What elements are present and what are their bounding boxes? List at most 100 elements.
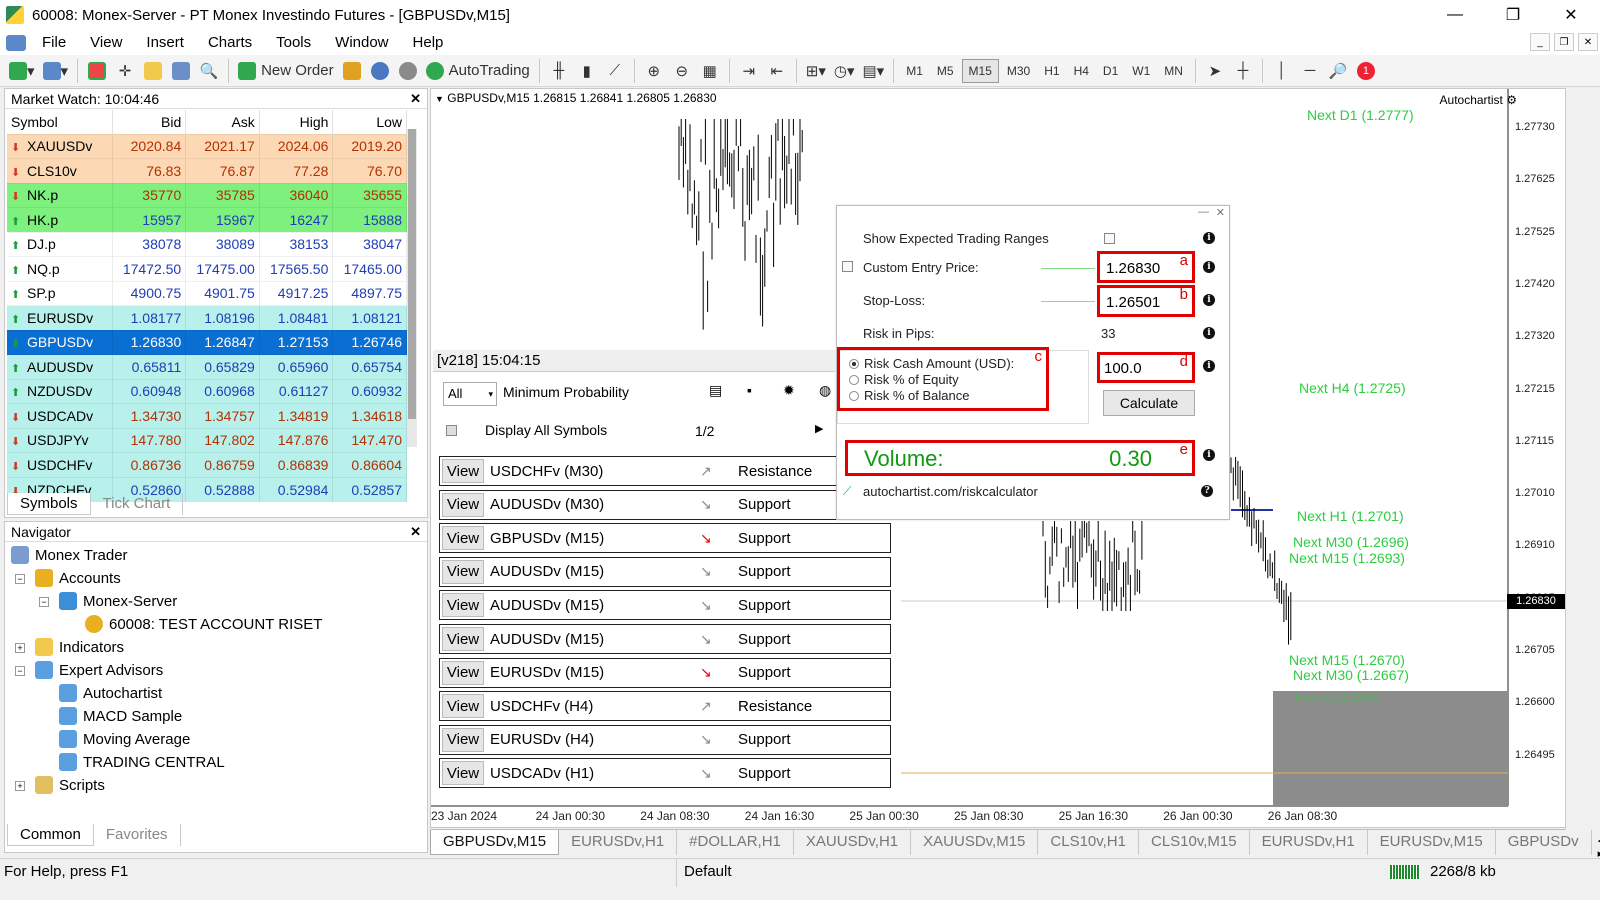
- market-watch-row[interactable]: ⬇ USDCHFv 0.86736 0.86759 0.86839 0.86604: [7, 452, 407, 477]
- close-icon[interactable]: ✕: [410, 524, 421, 540]
- next-page-icon[interactable]: ▶: [815, 422, 823, 435]
- view-button[interactable]: View: [442, 727, 484, 752]
- info-icon[interactable]: i: [1203, 449, 1215, 461]
- market-watch-row[interactable]: ⬆ AUDUSDv 0.65811 0.65829 0.65960 0.65754: [7, 354, 407, 379]
- candlestick-icon[interactable]: ▮: [574, 58, 600, 84]
- zoom-out-icon[interactable]: ⊖: [669, 58, 695, 84]
- dialog-minimize-icon[interactable]: —: [1198, 206, 1209, 218]
- chart-tab[interactable]: CLS10v,H1: [1038, 830, 1139, 855]
- stop-loss-input[interactable]: 1.26501: [1106, 294, 1161, 311]
- pattern-row[interactable]: View AUDUSDv (M15) ↘ Support: [439, 556, 891, 587]
- expand-toggle[interactable]: +: [15, 781, 25, 791]
- pattern-row[interactable]: View USDCHFv (H4) ↗ Resistance: [439, 691, 891, 722]
- horizontal-line-icon[interactable]: ─: [1297, 58, 1323, 84]
- risk-amount-input[interactable]: 100.0: [1104, 360, 1142, 377]
- view-button[interactable]: View: [442, 761, 484, 786]
- chart-tab[interactable]: GBPUSDv: [1496, 830, 1592, 855]
- doc-close-button[interactable]: ✕: [1578, 33, 1598, 51]
- close-button[interactable]: ✕: [1542, 0, 1600, 30]
- market-watch-row[interactable]: ⬇ NK.p 35770 35785 36040 35655: [7, 182, 407, 208]
- signals-icon[interactable]: [367, 58, 393, 84]
- custom-entry-checkbox[interactable]: [842, 261, 853, 272]
- collapse-toggle[interactable]: −: [15, 574, 25, 584]
- view-button[interactable]: View: [442, 627, 484, 651]
- settings-icon[interactable]: ✹: [783, 382, 795, 399]
- collapse-toggle[interactable]: −: [39, 597, 49, 607]
- market-watch-row[interactable]: ⬆ DJ.p 38078 38089 38153 38047: [7, 231, 407, 257]
- grid-icon[interactable]: ▤: [709, 382, 722, 399]
- pattern-row[interactable]: View EURUSDv (M15) ↘ Support: [439, 657, 891, 688]
- cursor-icon[interactable]: ➤: [1202, 58, 1228, 84]
- save-icon[interactable]: ▪: [747, 382, 752, 398]
- market-watch-row[interactable]: ⬇ USDJPYv 147.780 147.802 147.876 147.470: [7, 427, 407, 453]
- tf-m15[interactable]: M15: [961, 58, 999, 83]
- menu-tools[interactable]: Tools: [264, 34, 323, 51]
- profiles-icon[interactable]: ▾: [40, 58, 72, 84]
- market-icon[interactable]: [395, 58, 421, 84]
- chart-tab[interactable]: XAUUSDv,M15: [911, 830, 1039, 855]
- market-watch-row[interactable]: ⬇ USDCADv 1.34730 1.34757 1.34819 1.34618: [7, 403, 407, 428]
- view-button[interactable]: View: [442, 459, 484, 483]
- nav-scripts[interactable]: Scripts: [35, 776, 105, 794]
- market-watch-row[interactable]: ⬆ HK.p 15957 15967 16247 15888: [7, 207, 407, 232]
- crosshair-icon[interactable]: ┼: [1230, 58, 1256, 84]
- nav-ea-moving-average[interactable]: Moving Average: [59, 730, 190, 748]
- new-order-button[interactable]: New Order: [235, 58, 337, 84]
- doc-restore-button[interactable]: ❐: [1554, 33, 1574, 51]
- autoscroll-icon[interactable]: ⇥: [736, 58, 762, 84]
- col-ask[interactable]: Ask: [185, 110, 260, 134]
- expand-toggle[interactable]: +: [15, 643, 25, 653]
- periods-icon[interactable]: ◷▾: [831, 58, 858, 84]
- view-button[interactable]: View: [442, 559, 484, 584]
- tf-m1[interactable]: M1: [900, 59, 929, 83]
- pattern-row[interactable]: View EURUSDv (H4) ↘ Support: [439, 724, 891, 755]
- nav-monex-trader[interactable]: Monex Trader: [11, 546, 128, 564]
- tab-scroll-arrows[interactable]: ◂ ▸: [1592, 830, 1600, 860]
- autotrading-button[interactable]: AutoTrading: [423, 58, 533, 84]
- market-watch-row[interactable]: ⬇ XAUUSDv 2020.84 2021.17 2024.06 2019.20: [7, 133, 407, 159]
- filter-select[interactable]: All ▾: [443, 382, 497, 406]
- minimize-button[interactable]: —: [1426, 0, 1484, 30]
- line-chart-icon[interactable]: ⟋: [602, 58, 628, 84]
- col-low[interactable]: Low: [332, 110, 407, 134]
- custom-entry-input[interactable]: 1.26830: [1106, 260, 1161, 277]
- col-high[interactable]: High: [259, 110, 334, 134]
- pattern-row[interactable]: View AUDUSDv (M30) ↘ Support: [439, 489, 891, 520]
- alerts-icon[interactable]: 1: [1353, 58, 1379, 84]
- chart-shift-icon[interactable]: ⇤: [764, 58, 790, 84]
- info-icon[interactable]: i: [1203, 232, 1215, 244]
- indicators-icon[interactable]: ⊞▾: [803, 58, 829, 84]
- market-watch-row[interactable]: ⬆ GBPUSDv 1.26830 1.26847 1.27153 1.26746: [7, 329, 407, 355]
- nav-monex-server[interactable]: Monex-Server: [59, 592, 177, 610]
- market-watch-icon[interactable]: [84, 58, 110, 84]
- info-icon[interactable]: i: [1203, 327, 1215, 339]
- vertical-line-icon[interactable]: │: [1269, 58, 1295, 84]
- templates-icon[interactable]: ▤▾: [860, 58, 888, 84]
- tf-h4[interactable]: H4: [1068, 59, 1095, 83]
- nav-account-60008[interactable]: 60008: TEST ACCOUNT RISET: [85, 615, 322, 633]
- info-icon[interactable]: i: [1203, 360, 1215, 372]
- display-all-checkbox[interactable]: [446, 425, 457, 436]
- nav-ea-trading-central[interactable]: TRADING CENTRAL: [59, 753, 225, 771]
- data-window-icon[interactable]: ✛: [112, 58, 138, 84]
- help-icon[interactable]: ?: [1201, 485, 1213, 497]
- maximize-button[interactable]: ❐: [1484, 0, 1542, 30]
- tf-m30[interactable]: M30: [1001, 59, 1036, 83]
- col-bid[interactable]: Bid: [112, 110, 187, 134]
- tf-w1[interactable]: W1: [1126, 59, 1156, 83]
- nav-accounts[interactable]: Accounts: [35, 569, 121, 587]
- show-ranges-checkbox[interactable]: [1104, 233, 1115, 244]
- col-symbol[interactable]: Symbol: [7, 110, 113, 134]
- info-icon[interactable]: i: [1203, 294, 1215, 306]
- view-button[interactable]: View: [442, 492, 484, 517]
- terminal-icon[interactable]: [168, 58, 194, 84]
- nav-indicators[interactable]: Indicators: [35, 638, 124, 656]
- chart-tab[interactable]: #DOLLAR,H1: [677, 830, 794, 855]
- metaeditor-icon[interactable]: [339, 58, 365, 84]
- market-watch-scrollbar[interactable]: [407, 129, 417, 447]
- pattern-row[interactable]: View USDCHFv (M30) ↗ Resistance: [439, 456, 891, 486]
- chart-tab[interactable]: EURUSDv,M15: [1368, 830, 1496, 855]
- menu-charts[interactable]: Charts: [196, 34, 264, 51]
- risk-balance-radio[interactable]: Risk % of Balance: [849, 388, 970, 403]
- chart-tab[interactable]: XAUUSDv,H1: [794, 830, 912, 855]
